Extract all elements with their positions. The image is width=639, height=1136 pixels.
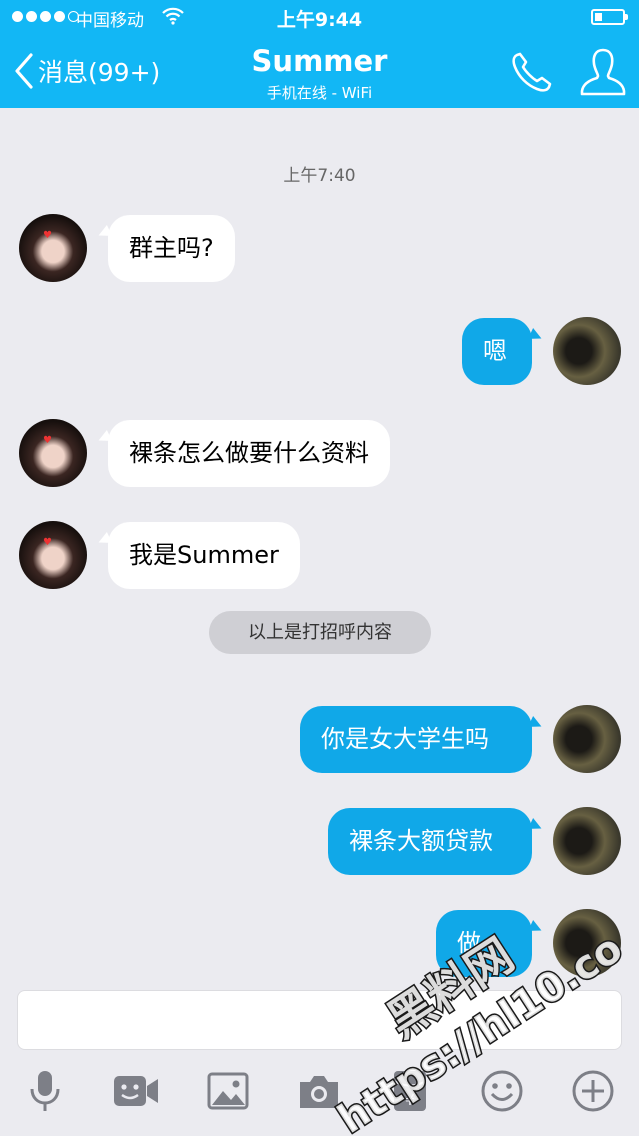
- message-timestamp: 上午7:40: [283, 166, 356, 186]
- my-avatar[interactable]: [553, 317, 621, 385]
- my-avatar[interactable]: [553, 705, 621, 773]
- camera-icon[interactable]: [296, 1068, 342, 1114]
- red-packet-icon[interactable]: ¥: [387, 1068, 433, 1114]
- battery-icon: [591, 9, 628, 25]
- input-toolbar: ¥: [0, 1068, 639, 1118]
- greeting-notice: 以上是打招呼内容: [209, 611, 431, 654]
- image-icon[interactable]: [205, 1068, 251, 1114]
- emoji-icon[interactable]: [479, 1068, 525, 1114]
- incoming-message[interactable]: 我是Summer: [108, 522, 300, 589]
- outgoing-message[interactable]: 做: [436, 910, 532, 977]
- outgoing-message[interactable]: 裸条大额贷款: [328, 808, 532, 875]
- plus-icon[interactable]: [570, 1068, 616, 1114]
- contact-avatar[interactable]: [19, 419, 87, 487]
- profile-icon[interactable]: [578, 46, 628, 98]
- contact-avatar[interactable]: [19, 521, 87, 589]
- video-icon[interactable]: [113, 1068, 159, 1114]
- nav-bar: 中国移动 上午9:44 消息(99+) Summer 手机在线 - WiFi: [0, 0, 639, 108]
- chat-area[interactable]: 上午7:40 群主吗? 嗯 裸条怎么做要什么资料 我是Summer 以上是打招呼…: [0, 108, 639, 978]
- microphone-icon[interactable]: [22, 1068, 68, 1114]
- my-avatar[interactable]: [553, 909, 621, 977]
- message-input[interactable]: [17, 990, 622, 1050]
- incoming-message[interactable]: 裸条怎么做要什么资料: [108, 420, 390, 487]
- status-time: 上午9:44: [276, 9, 363, 31]
- input-bar: ¥: [0, 978, 639, 1136]
- phone-icon[interactable]: [508, 50, 554, 96]
- outgoing-message[interactable]: 你是女大学生吗: [300, 706, 532, 773]
- my-avatar[interactable]: [553, 807, 621, 875]
- svg-text:¥: ¥: [405, 1090, 415, 1109]
- status-bar: 中国移动 上午9:44: [0, 0, 639, 36]
- contact-avatar[interactable]: [19, 214, 87, 282]
- incoming-message[interactable]: 群主吗?: [108, 215, 235, 282]
- outgoing-message[interactable]: 嗯: [462, 318, 532, 385]
